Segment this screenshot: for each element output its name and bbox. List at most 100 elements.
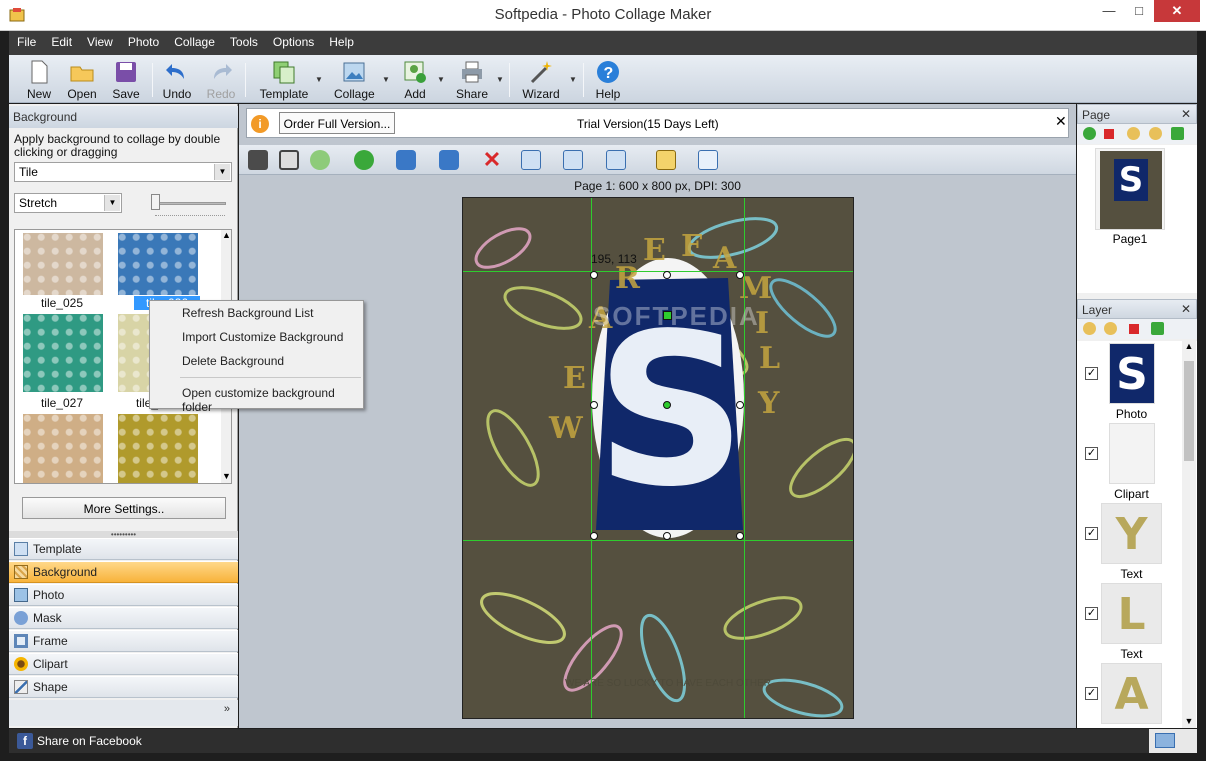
scroll-thumb[interactable] [1184,361,1194,461]
opacity-slider[interactable] [151,194,231,218]
background-thumbnail[interactable] [23,414,103,483]
menu-photo[interactable]: Photo [120,31,166,55]
layer-item[interactable]: ✓ Y Text [1077,503,1182,583]
close-button[interactable]: ✕ [1154,0,1200,22]
open-button[interactable]: Open [65,57,99,101]
nav-frame[interactable]: Frame [9,630,238,652]
resize-handle[interactable] [736,401,744,409]
rotate-right-icon[interactable] [396,150,416,170]
resize-handle[interactable] [663,271,671,279]
layer-item[interactable]: ✓ A [1077,663,1182,728]
slider-thumb[interactable] [151,194,160,210]
monitor-icon[interactable] [1155,733,1175,748]
resize-handle[interactable] [663,532,671,540]
layer-visibility-checkbox[interactable]: ✓ [1085,367,1098,380]
layer-item[interactable]: ✓ L Text [1077,583,1182,663]
close-icon[interactable]: ✕ [1181,302,1191,316]
align-left-icon[interactable] [563,150,583,170]
person-icon[interactable] [248,150,268,170]
nav-shape[interactable]: Shape [9,676,238,698]
menu-refresh-background-list[interactable]: Refresh Background List [151,303,362,325]
save-button[interactable]: Save [110,57,142,101]
share-on-facebook-link[interactable]: Share on Facebook [37,734,142,748]
close-icon[interactable]: ✕ [1181,107,1191,121]
add-dropdown-arrow[interactable]: ▼ [437,75,445,84]
new-button[interactable]: New [23,57,55,101]
layer-scrollbar[interactable]: ▲ ▼ [1182,341,1196,728]
chevron-down-icon[interactable]: ▼ [214,164,230,180]
redo-button[interactable]: Redo [205,57,237,101]
layer-down-icon[interactable] [1104,322,1117,335]
help-button[interactable]: ? Help [593,57,623,101]
menu-view[interactable]: View [79,31,120,55]
layer-visibility-checkbox[interactable]: ✓ [1085,447,1098,460]
minimize-button[interactable]: — [1094,0,1124,22]
scroll-up-icon[interactable]: ▲ [1182,341,1196,351]
bring-forward-icon[interactable] [310,150,330,170]
nav-clipart[interactable]: Clipart [9,653,238,675]
panel-splitter[interactable]: ••••••••• [9,531,238,539]
align-center-icon[interactable] [521,150,541,170]
chevron-down-icon[interactable]: ▼ [104,195,120,211]
menu-delete-background[interactable]: Delete Background [151,351,362,373]
add-page-icon[interactable] [1083,127,1096,140]
template-dropdown-arrow[interactable]: ▼ [315,75,323,84]
menu-tools[interactable]: Tools [222,31,265,55]
layer-visibility-checkbox[interactable]: ✓ [1085,607,1098,620]
page-thumbnail[interactable]: S [1095,148,1165,230]
scroll-down-icon[interactable]: ▼ [1182,716,1196,726]
crop-icon[interactable] [279,150,299,170]
share-dropdown-arrow[interactable]: ▼ [496,75,504,84]
maximize-button[interactable]: □ [1124,0,1154,22]
collage-button[interactable]: Collage [334,57,375,101]
refresh-layer-icon[interactable] [1151,322,1164,335]
order-full-version-button[interactable]: Order Full Version... [279,112,395,134]
distribute-icon[interactable] [606,150,626,170]
layer-item[interactable]: ✓ Clipart [1077,423,1182,503]
background-thumbnail[interactable] [23,233,103,295]
share-button[interactable]: Share [454,57,490,101]
delete-layer-icon[interactable] [1129,324,1139,334]
menu-import-customize-background[interactable]: Import Customize Background [151,327,362,349]
background-thumbnail[interactable] [118,233,198,295]
properties-icon[interactable] [698,150,718,170]
image-effects-icon[interactable] [656,150,676,170]
resize-handle[interactable] [736,532,744,540]
menu-collage[interactable]: Collage [166,31,222,55]
undo-button[interactable]: Undo [161,57,193,101]
menu-edit[interactable]: Edit [43,31,79,55]
wizard-dropdown-arrow[interactable]: ▼ [569,75,577,84]
layer-visibility-checkbox[interactable]: ✓ [1085,527,1098,540]
nav-template[interactable]: Template [9,538,238,560]
wizard-button[interactable]: Wizard [521,57,561,101]
collage-canvas[interactable]: S WE ARE SO LUCKY TO HAVE EACH OTHER WE … [462,197,854,719]
delete-page-icon[interactable] [1104,129,1114,139]
nav-photo[interactable]: Photo [9,584,238,606]
add-button[interactable]: Add [400,57,430,101]
collage-dropdown-arrow[interactable]: ▼ [382,75,390,84]
layer-item[interactable]: ✓ S Photo [1077,343,1182,423]
scroll-down-icon[interactable]: ▼ [221,471,231,481]
nav-background[interactable]: Background [9,561,238,583]
send-backward-icon[interactable] [354,150,374,170]
menu-options[interactable]: Options [265,31,321,55]
nav-more-button[interactable]: » [9,700,238,726]
rotate-left-icon[interactable] [439,150,459,170]
scroll-up-icon[interactable]: ▲ [221,230,231,240]
resize-handle[interactable] [590,401,598,409]
menu-open-background-folder[interactable]: Open customize background folder [151,383,362,414]
menu-file[interactable]: File [9,31,43,55]
nav-mask[interactable]: Mask [9,607,238,629]
more-settings-button[interactable]: More Settings.. [22,497,226,519]
background-mode-combo[interactable]: Tile ▼ [14,162,232,182]
fit-mode-combo[interactable]: Stretch ▼ [14,193,122,213]
resize-handle[interactable] [736,271,744,279]
background-thumbnail[interactable] [118,414,198,483]
move-page-down-icon[interactable] [1149,127,1162,140]
template-button[interactable]: Template [259,57,309,101]
menu-help[interactable]: Help [321,31,361,55]
move-page-up-icon[interactable] [1127,127,1140,140]
close-notice-icon[interactable]: ✕ [1055,113,1067,130]
layer-list[interactable]: ✓ S Photo ✓ Clipart ✓ Y Text ✓ L Text ✓ … [1077,341,1197,728]
resize-handle[interactable] [590,271,598,279]
